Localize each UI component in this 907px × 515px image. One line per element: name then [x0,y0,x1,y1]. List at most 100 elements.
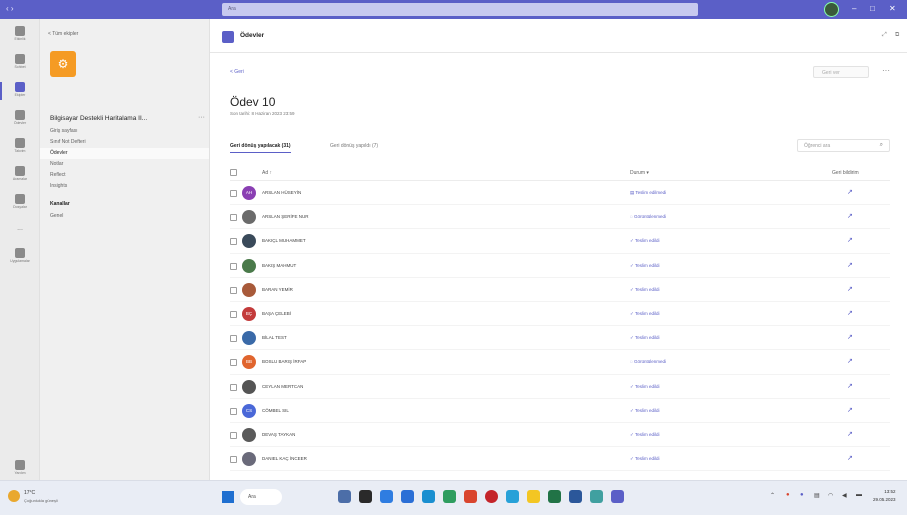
student-name[interactable]: BAŞA ÇELEBİ [262,311,291,316]
taskbar-search[interactable]: Ara [240,489,282,505]
table-row[interactable]: BB BOSLU BARIŞ İRFAP ◌ Görüntülenmedi ↗ [230,350,890,375]
keyboard-icon[interactable]: ▤ [814,492,820,499]
team-nav-notebook[interactable]: Sınıf Not Defteri [40,137,209,148]
submission-status[interactable]: ✓ Teslim edildi [630,456,659,462]
opera-icon[interactable] [485,490,498,503]
taskbar-app-icon[interactable] [359,490,372,503]
taskbar-app-icon[interactable] [506,490,519,503]
row-checkbox[interactable] [230,359,237,367]
edge-icon[interactable] [422,490,435,503]
battery-icon[interactable]: ▬ [856,492,862,498]
student-name[interactable]: CÖMBEL SIL [262,408,289,413]
maximize-icon[interactable]: □ [870,4,875,13]
rail-more[interactable]: ... [0,219,40,243]
row-checkbox[interactable] [230,214,237,222]
chevron-up-icon[interactable]: ⌃ [770,492,775,499]
table-row[interactable]: BAKIŞ MAHMUT ✓ Teslim edildi ↗ [230,254,890,278]
select-all-checkbox[interactable] [230,169,237,176]
rail-calls[interactable]: Aramalar [0,163,40,187]
submission-status[interactable]: ▤ Teslim edilmedi [630,190,666,196]
table-row[interactable]: BAKIÇL MUHAMMET ✓ Teslim edildi ↗ [230,229,890,254]
table-row[interactable]: AH ARSLAN HÜSEYİN ▤ Teslim edilmedi ↗ [230,181,890,206]
taskbar-app-icon[interactable] [464,490,477,503]
tab-returned[interactable]: Geri dönüş yapıldı (7) [330,143,378,149]
rail-activity[interactable]: Etkinlik [0,23,40,47]
rail-apps[interactable]: Uygulamalar [0,245,40,269]
team-nav-reflect[interactable]: Reflect [40,170,209,181]
rail-help[interactable]: Yardım [0,457,40,481]
file-explorer-icon[interactable] [527,490,540,503]
table-row[interactable]: CEYLAN MERTCAN ✓ Teslim edildi ↗ [230,375,890,399]
close-icon[interactable]: ✕ [889,4,896,13]
channel-general[interactable]: Genel [50,213,63,219]
weather-icon[interactable] [8,490,20,502]
row-checkbox[interactable] [230,262,237,270]
taskbar-app-icon[interactable] [401,490,414,503]
row-checkbox[interactable] [230,335,237,343]
tray-teams-icon[interactable]: ● [800,492,804,498]
table-row[interactable]: CS CÖMBEL SIL ✓ Teslim edildi ↗ [230,399,890,423]
student-name[interactable]: BAKIŞ MAHMUT [262,263,296,268]
all-teams-link[interactable]: < Tüm ekipler [48,31,78,37]
feedback-icon[interactable]: ↗ [847,212,853,220]
team-more-icon[interactable]: ··· [198,114,205,121]
word-icon[interactable] [569,490,582,503]
table-row[interactable]: DEVAŞ TAYKAN ✓ Teslim edildi ↗ [230,423,890,448]
feedback-icon[interactable]: ↗ [847,454,853,462]
table-row[interactable]: BİLAL TEST ✓ Teslim edildi ↗ [230,326,890,351]
chrome-icon[interactable] [443,490,456,503]
feedback-icon[interactable]: ↗ [847,285,853,293]
taskbar-app-icon[interactable] [338,490,351,503]
rail-teams[interactable]: Ekipler [0,79,40,103]
student-name[interactable]: CEYLAN MERTCAN [262,384,303,389]
student-name[interactable]: BAKIÇL MUHAMMET [262,238,306,243]
column-name[interactable]: Ad ↑ [262,170,272,176]
back-arrow-icon[interactable]: ‹ › [6,4,14,13]
feedback-icon[interactable]: ↗ [847,333,853,341]
feedback-icon[interactable]: ↗ [847,357,853,365]
student-name[interactable]: BARAN YEMİR [262,287,293,292]
feedback-icon[interactable]: ↗ [847,309,853,317]
team-nav-insights[interactable]: Insights [40,181,209,192]
student-name[interactable]: BOSLU BARIŞ İRFAP [262,359,306,364]
excel-icon[interactable] [548,490,561,503]
team-nav-home[interactable]: Giriş sayfası [40,126,209,137]
more-options-icon[interactable]: ··· [882,66,890,75]
feedback-icon[interactable]: ↗ [847,382,853,390]
feedback-icon[interactable]: ↗ [847,236,853,244]
teams-taskbar-icon[interactable] [611,490,624,503]
rail-files[interactable]: Dosyalar [0,191,40,215]
row-checkbox[interactable] [230,407,237,415]
return-button[interactable]: Geri ver [813,66,869,78]
submission-status[interactable]: ✓ Teslim edildi [630,263,659,269]
global-search-input[interactable]: Ara [222,3,698,16]
row-checkbox[interactable] [230,190,237,197]
row-checkbox[interactable] [230,238,237,246]
team-nav-assignments[interactable]: Ödevler [40,148,209,159]
submission-status[interactable]: ✓ Teslim edildi [630,335,659,341]
student-name[interactable]: ARSLAN ŞERİFE NUR [262,214,309,219]
submission-status[interactable]: ✓ Teslim edildi [630,238,659,244]
rail-chat[interactable]: Sohbet [0,51,40,75]
popout-icon[interactable]: ⧉ [895,32,899,39]
feedback-icon[interactable]: ↗ [847,430,853,438]
rail-assignments[interactable]: Ödevler [0,107,40,131]
rail-calendar[interactable]: Takvim [0,135,40,159]
tab-to-return[interactable]: Geri dönüş yapılacak (31) [230,143,291,153]
student-name[interactable]: DANIEL KAÇ İNCEER [262,456,307,461]
student-search-input[interactable]: Öğrenci ara ⌕ [797,139,890,152]
submission-status[interactable]: ✓ Teslim edildi [630,287,659,293]
submission-status[interactable]: ✓ Teslim edildi [630,384,659,390]
column-status[interactable]: Durum ▾ [630,170,649,176]
taskbar-app-icon[interactable] [590,490,603,503]
submission-status[interactable]: ◌ Görüntülenmedi [630,359,666,364]
row-checkbox[interactable] [230,431,237,439]
expand-icon[interactable]: ⤢ [882,32,887,39]
team-nav-grades[interactable]: Notlar [40,159,209,170]
minimize-icon[interactable]: – [852,4,856,13]
feedback-icon[interactable]: ↗ [847,188,853,196]
student-name[interactable]: DEVAŞ TAYKAN [262,432,295,437]
table-row[interactable]: BÇ BAŞA ÇELEBİ ✓ Teslim edildi ↗ [230,302,890,327]
taskbar-app-icon[interactable] [380,490,393,503]
row-checkbox[interactable] [230,286,237,294]
